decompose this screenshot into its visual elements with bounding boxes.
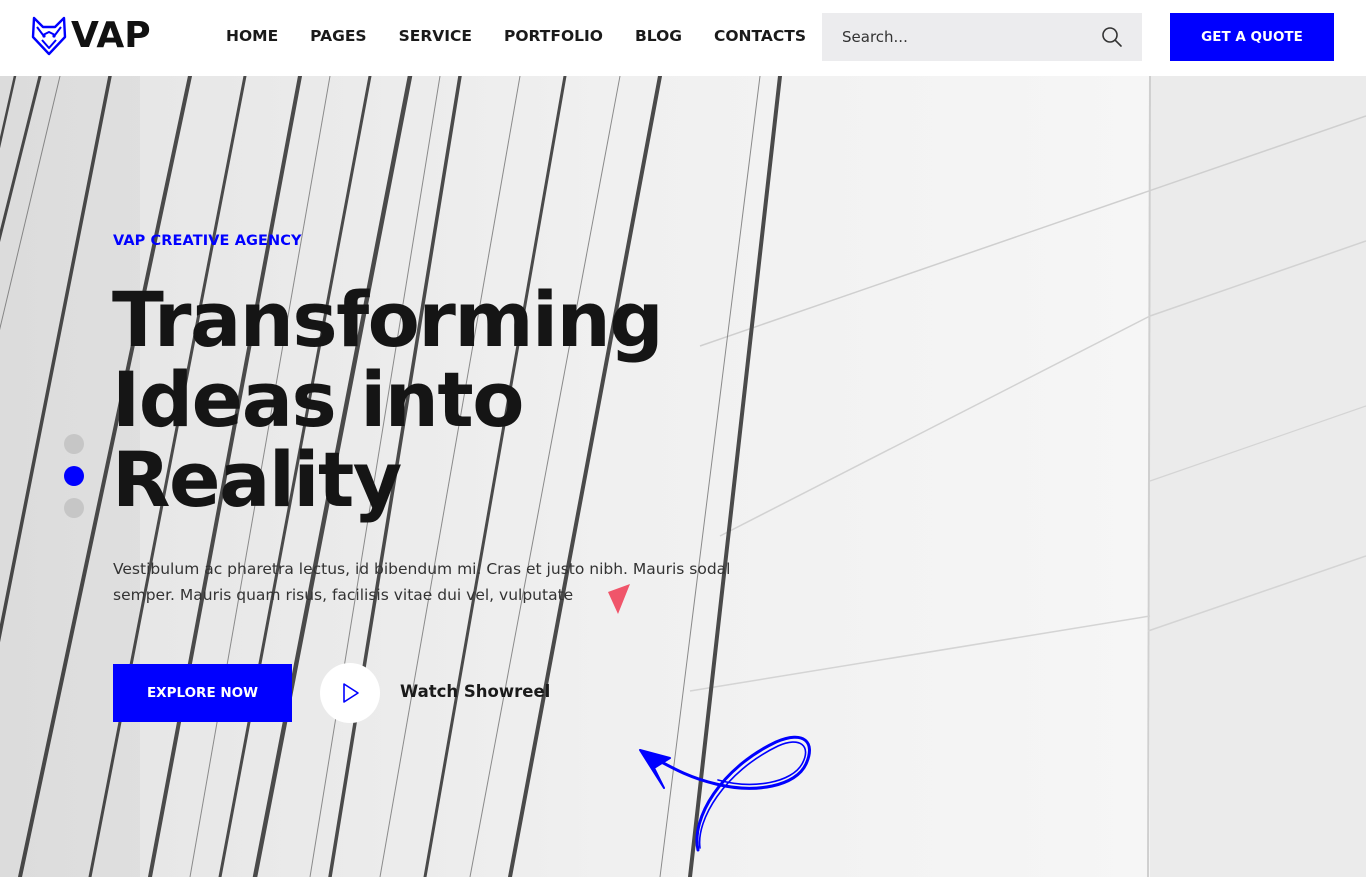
nav-item-pages[interactable]: PAGES <box>310 25 366 47</box>
nav-item-home[interactable]: HOME <box>226 25 278 47</box>
headline-line-3: Reality <box>112 435 402 524</box>
play-icon <box>343 683 359 703</box>
nav-item-contacts[interactable]: CONTACTS <box>714 25 806 47</box>
hero-section: VAP CREATIVE AGENCY Transforming Ideas i… <box>0 76 1366 877</box>
search-button[interactable] <box>1100 25 1124 49</box>
nav-item-portfolio[interactable]: PORTFOLIO <box>504 25 603 47</box>
hero-description: Vestibulum ac pharetra lectus, id bibend… <box>113 560 731 604</box>
logo-text: VAP <box>71 15 151 56</box>
hero-headline: Transforming Ideas into Reality <box>112 280 752 520</box>
get-quote-button[interactable]: GET A QUOTE <box>1170 13 1334 61</box>
curly-arrow-decoration <box>639 735 811 852</box>
nav-item-service[interactable]: SERVICE <box>399 25 472 47</box>
headline-line-1: Transforming <box>112 275 664 364</box>
slider-dot-1[interactable] <box>64 434 84 454</box>
search-input[interactable] <box>822 13 1092 61</box>
red-triangle-decoration <box>608 584 630 614</box>
search-icon <box>1102 27 1122 47</box>
explore-now-button[interactable]: EXPLORE NOW <box>113 664 292 722</box>
logo[interactable]: VAP <box>31 15 151 57</box>
slider-dot-3[interactable] <box>64 498 84 518</box>
nav-item-blog[interactable]: BLOG <box>635 25 682 47</box>
site-header: VAP HOME PAGES SERVICE PORTFOLIO BLOG CO… <box>0 0 1366 76</box>
fox-logo-icon <box>31 16 67 56</box>
slider-pagination <box>64 434 84 530</box>
search-box <box>822 13 1142 61</box>
watch-showreel-link[interactable]: Watch Showreel <box>400 682 550 701</box>
slider-dot-2-active[interactable] <box>64 466 84 486</box>
main-nav: HOME PAGES SERVICE PORTFOLIO BLOG CONTAC… <box>226 25 838 47</box>
headline-line-2: Ideas into <box>112 355 524 444</box>
hero-tagline: VAP CREATIVE AGENCY <box>113 233 302 249</box>
play-showreel-button[interactable] <box>320 663 380 723</box>
